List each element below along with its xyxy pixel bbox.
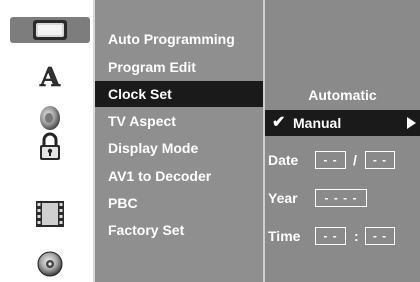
date-label: Date	[268, 152, 299, 168]
lock-icon[interactable]	[10, 132, 90, 160]
film-icon[interactable]	[10, 201, 90, 227]
menu-item-pbc[interactable]: PBC	[95, 190, 263, 216]
language-icon-letter: A	[39, 64, 61, 88]
year-label: Year	[268, 190, 298, 206]
clock-set-options: Automatic ✔ Manual Date - - / - - Year -…	[263, 0, 420, 282]
menu-item-display-mode[interactable]: Display Mode	[95, 135, 263, 161]
date-day-field[interactable]: - -	[365, 151, 395, 169]
speaker-icon[interactable]	[10, 105, 90, 131]
menu-item-av1-to-decoder[interactable]: AV1 to Decoder	[95, 163, 263, 189]
year-field[interactable]: - - - -	[315, 189, 367, 207]
option-automatic[interactable]: Automatic	[265, 82, 420, 108]
category-icon-column: A	[0, 0, 93, 282]
checkmark-icon: ✔	[272, 114, 286, 131]
time-label: Time	[268, 228, 301, 244]
menu-item-tv-aspect[interactable]: TV Aspect	[95, 108, 263, 134]
time-separator: :	[354, 228, 359, 244]
display-icon[interactable]	[10, 17, 90, 43]
disc-icon[interactable]	[10, 251, 90, 277]
arrow-right-icon	[407, 117, 416, 129]
date-month-field[interactable]: - -	[315, 151, 346, 169]
dvd-setup-menu: A Auto Programming Program Edit Clock Se…	[0, 0, 420, 282]
time-hour-field[interactable]: - -	[315, 227, 346, 245]
menu-item-program-edit[interactable]: Program Edit	[95, 54, 263, 80]
menu-item-clock-set[interactable]: Clock Set	[95, 81, 263, 107]
setup-menu-list: Auto Programming Program Edit Clock Set …	[93, 0, 263, 282]
time-minute-field[interactable]: - -	[365, 227, 395, 245]
option-manual-label: Manual	[293, 115, 342, 131]
menu-item-factory-set[interactable]: Factory Set	[95, 217, 263, 243]
menu-item-auto-programming[interactable]: Auto Programming	[95, 26, 263, 52]
option-manual[interactable]: ✔ Manual	[265, 110, 420, 136]
date-separator: /	[353, 152, 357, 168]
language-icon[interactable]: A	[10, 63, 90, 89]
